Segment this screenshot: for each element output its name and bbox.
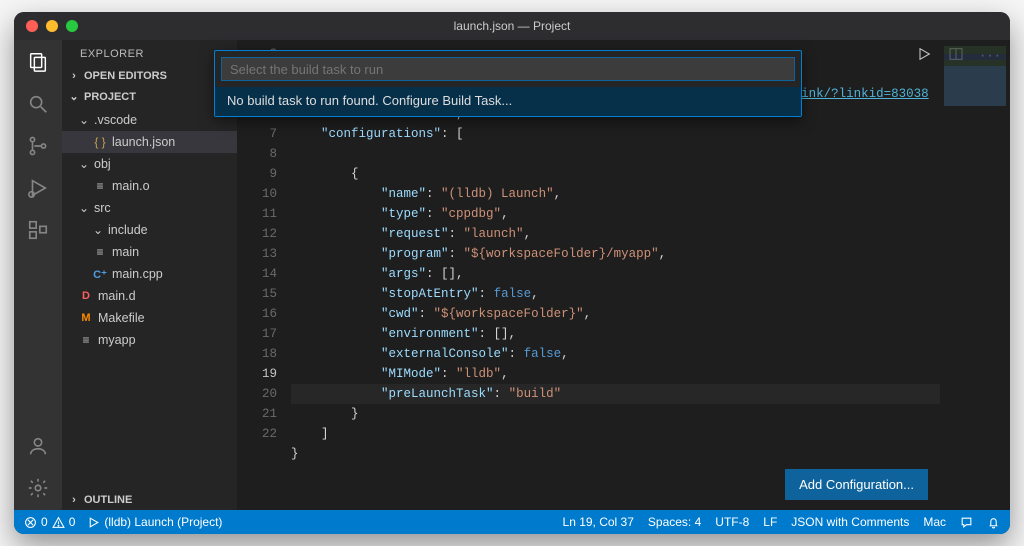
explorer-icon[interactable] bbox=[24, 48, 52, 76]
status-indentation[interactable]: Spaces: 4 bbox=[648, 515, 701, 529]
chevron-right-icon: › bbox=[68, 494, 80, 506]
zoom-window-button[interactable] bbox=[66, 20, 78, 32]
outline-section[interactable]: › OUTLINE bbox=[62, 490, 237, 510]
status-launch-target[interactable]: (lldb) Launch (Project) bbox=[87, 515, 222, 529]
status-os[interactable]: Mac bbox=[923, 515, 946, 529]
tree-folder-obj[interactable]: ⌄obj bbox=[62, 153, 237, 175]
tree-folder-include[interactable]: ⌄include bbox=[62, 219, 237, 241]
status-eol[interactable]: LF bbox=[763, 515, 777, 529]
chevron-down-icon: ⌄ bbox=[68, 90, 80, 103]
sidebar-title: EXPLORER bbox=[62, 40, 237, 66]
titlebar: launch.json — Project bbox=[14, 12, 1010, 40]
tree-file-myapp[interactable]: ≡myapp bbox=[62, 329, 237, 351]
status-bell-icon[interactable] bbox=[987, 516, 1000, 529]
run-icon[interactable] bbox=[916, 46, 932, 67]
tree-folder-vscode[interactable]: ⌄.vscode bbox=[62, 109, 237, 131]
project-section[interactable]: ⌄ PROJECT bbox=[62, 86, 237, 107]
app-window: launch.json — Project bbox=[14, 12, 1010, 534]
tree-file-main-d[interactable]: Dmain.d bbox=[62, 285, 237, 307]
quick-input-field[interactable] bbox=[221, 57, 795, 81]
activity-bar bbox=[14, 40, 62, 510]
minimize-window-button[interactable] bbox=[46, 20, 58, 32]
settings-gear-icon[interactable] bbox=[24, 474, 52, 502]
section-label: OPEN EDITORS bbox=[84, 70, 167, 82]
tree-file-launch-json[interactable]: { }launch.json bbox=[62, 131, 237, 153]
status-bar: 0 0 (lldb) Launch (Project) Ln 19, Col 3… bbox=[14, 510, 1010, 534]
window-title: launch.json — Project bbox=[14, 19, 1010, 33]
quick-input-option[interactable]: No build task to run found. Configure Bu… bbox=[215, 87, 801, 116]
tree-file-main-o[interactable]: ≡main.o bbox=[62, 175, 237, 197]
file-tree: ⌄.vscode { }launch.json ⌄obj ≡main.o ⌄sr… bbox=[62, 107, 237, 355]
accounts-icon[interactable] bbox=[24, 432, 52, 460]
source-control-icon[interactable] bbox=[24, 132, 52, 160]
traffic-lights bbox=[14, 20, 78, 32]
search-icon[interactable] bbox=[24, 90, 52, 118]
extensions-icon[interactable] bbox=[24, 216, 52, 244]
sidebar: EXPLORER › OPEN EDITORS ⌄ PROJECT ⌄.vsco… bbox=[62, 40, 237, 510]
quick-input-palette: No build task to run found. Configure Bu… bbox=[214, 50, 802, 117]
status-encoding[interactable]: UTF-8 bbox=[715, 515, 749, 529]
close-window-button[interactable] bbox=[26, 20, 38, 32]
tree-file-main[interactable]: ≡main bbox=[62, 241, 237, 263]
run-debug-icon[interactable] bbox=[24, 174, 52, 202]
chevron-right-icon: › bbox=[68, 70, 80, 82]
section-label: OUTLINE bbox=[84, 494, 132, 506]
status-language-mode[interactable]: JSON with Comments bbox=[791, 515, 909, 529]
minimap-content bbox=[944, 46, 1006, 106]
open-editors-section[interactable]: › OPEN EDITORS bbox=[62, 66, 237, 86]
status-cursor-position[interactable]: Ln 19, Col 37 bbox=[563, 515, 634, 529]
tree-folder-src[interactable]: ⌄src bbox=[62, 197, 237, 219]
add-configuration-button[interactable]: Add Configuration... bbox=[785, 469, 928, 500]
section-label: PROJECT bbox=[84, 91, 136, 103]
tree-file-main-cpp[interactable]: C⁺main.cpp bbox=[62, 263, 237, 285]
status-feedback-icon[interactable] bbox=[960, 516, 973, 529]
status-problems[interactable]: 0 0 bbox=[24, 515, 75, 529]
tree-file-makefile[interactable]: MMakefile bbox=[62, 307, 237, 329]
minimap[interactable] bbox=[940, 40, 1010, 510]
